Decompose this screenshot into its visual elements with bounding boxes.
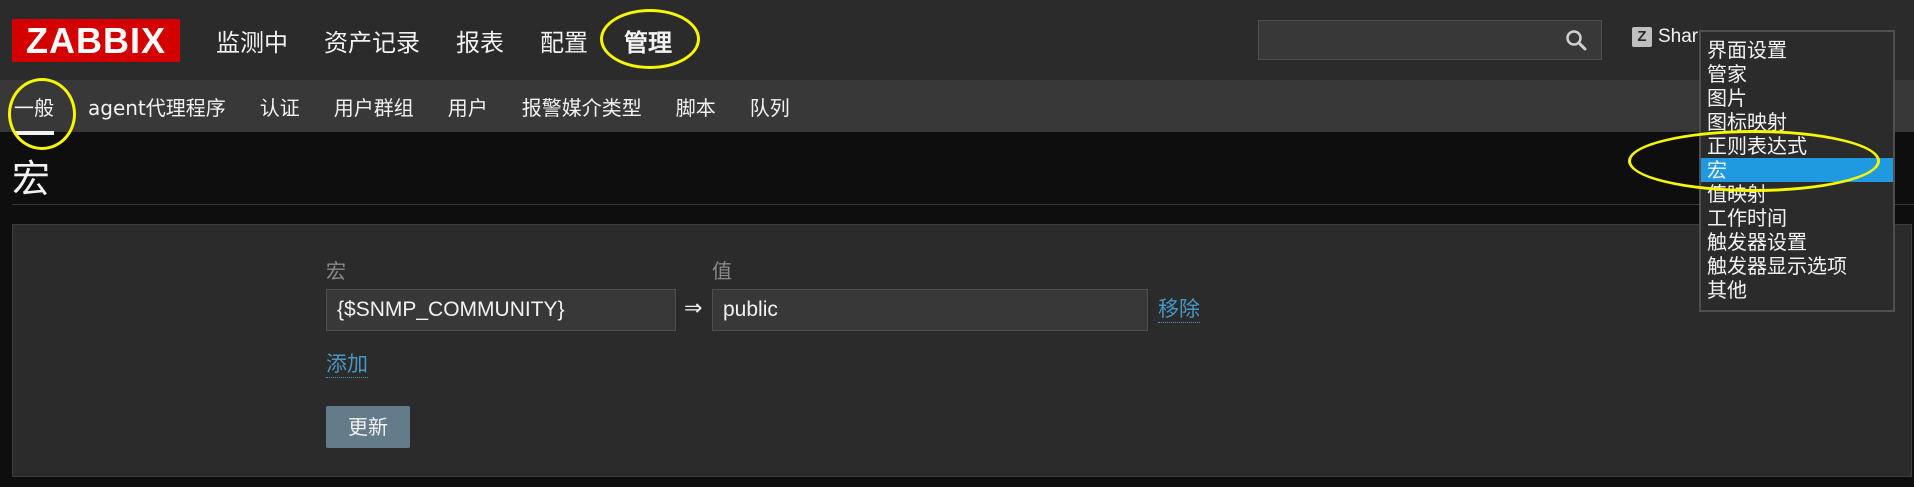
dropdown-option-icon-mapping[interactable]: 图标映射 [1701,110,1893,134]
main-menu-monitoring[interactable]: 监测中 [198,23,306,58]
main-menu-reports[interactable]: 报表 [438,23,522,58]
arrow-icon: ⇒ [684,296,703,321]
sub-menu-general[interactable]: 一般 [0,92,71,135]
macros-form-panel [12,224,1912,477]
add-link[interactable]: 添加 [326,351,368,378]
main-menu-administration[interactable]: 管理 [606,23,690,58]
remove-link[interactable]: 移除 [1158,296,1200,323]
sub-menu-authentication[interactable]: 认证 [243,92,317,121]
sub-menu-queue[interactable]: 队列 [733,92,807,121]
value-column-label: 值 [712,259,732,283]
dropdown-option-housekeeping[interactable]: 管家 [1701,62,1893,86]
sub-menu-users[interactable]: 用户 [431,92,505,121]
dropdown-option-value-mapping[interactable]: 值映射 [1701,182,1893,206]
settings-dropdown[interactable]: 界面设置 管家 图片 图标映射 正则表达式 宏 值映射 工作时间 触发器设置 触… [1699,30,1895,312]
macro-name-input[interactable]: {$SNMP_COMMUNITY} [326,289,676,331]
search-icon[interactable] [1565,29,1587,51]
page-title: 宏 [12,157,51,201]
update-button[interactable]: 更新 [326,406,410,448]
zabbix-logo[interactable]: ZABBIX [12,19,180,62]
sub-menu-bar: 一般 agent代理程序 认证 用户群组 用户 报警媒介类型 脚本 队列 [0,80,1914,135]
sub-menu-proxies[interactable]: agent代理程序 [71,92,243,121]
dropdown-option-gui[interactable]: 界面设置 [1701,38,1893,62]
sub-menu: 一般 agent代理程序 认证 用户群组 用户 报警媒介类型 脚本 队列 [0,80,807,135]
title-divider [12,204,1914,205]
share-link[interactable]: Z Share [1632,26,1709,48]
sub-menu-user-groups[interactable]: 用户群组 [317,92,431,121]
dropdown-option-trigger-severities[interactable]: 触发器设置 [1701,230,1893,254]
sub-menu-media-types[interactable]: 报警媒介类型 [505,92,659,121]
main-menu-inventory[interactable]: 资产记录 [306,23,438,58]
search-input[interactable] [1258,20,1602,60]
dropdown-option-images[interactable]: 图片 [1701,86,1893,110]
dropdown-option-working-time[interactable]: 工作时间 [1701,206,1893,230]
top-header: ZABBIX 监测中 资产记录 报表 配置 管理 Z Share [0,0,1914,80]
main-menu: 监测中 资产记录 报表 配置 管理 [198,0,690,80]
zabbix-share-icon: Z [1632,27,1652,47]
main-menu-configuration[interactable]: 配置 [522,23,606,58]
macro-column-label: 宏 [326,259,346,283]
dropdown-option-regex[interactable]: 正则表达式 [1701,134,1893,158]
dropdown-option-other[interactable]: 其他 [1701,278,1893,302]
macro-value-input[interactable]: public [712,289,1148,331]
dropdown-option-trigger-displaying[interactable]: 触发器显示选项 [1701,254,1893,278]
sub-menu-scripts[interactable]: 脚本 [659,92,733,121]
dropdown-option-macros[interactable]: 宏 [1701,158,1893,182]
